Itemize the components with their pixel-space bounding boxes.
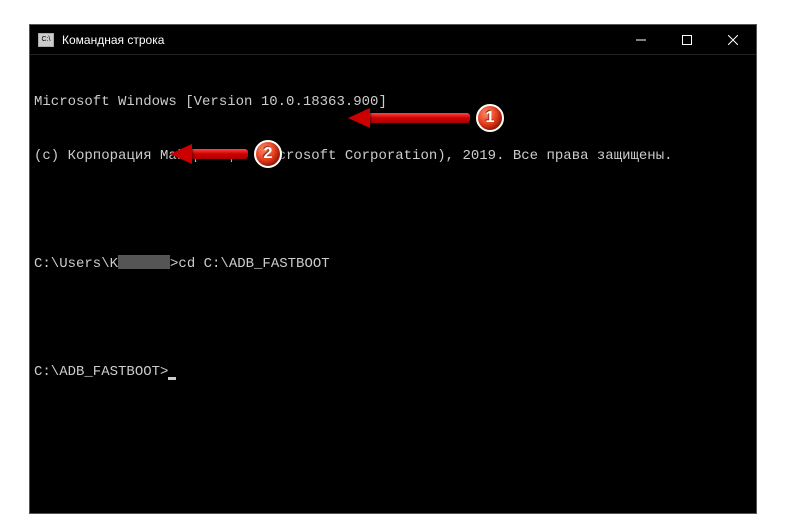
window-controls xyxy=(618,25,756,54)
cmd-icon: C:\ xyxy=(38,33,54,47)
titlebar[interactable]: C:\ Командная строка xyxy=(30,25,756,55)
copyright-line: (c) Корпорация Майкрософт (Microsoft Cor… xyxy=(34,147,752,165)
cursor xyxy=(168,377,176,380)
version-line: Microsoft Windows [Version 10.0.18363.90… xyxy=(34,93,752,111)
typed-command: cd C:\ADB_FASTBOOT xyxy=(178,256,329,272)
blank-line xyxy=(34,309,752,327)
prompt-line-1: C:\Users\K>cd C:\ADB_FASTBOOT xyxy=(34,255,752,273)
cmd-window: C:\ Командная строка Microsoft Windows [… xyxy=(29,24,757,514)
redacted-username xyxy=(118,255,170,269)
maximize-button[interactable] xyxy=(664,25,710,54)
blank-line xyxy=(34,201,752,219)
window-title: Командная строка xyxy=(62,33,618,47)
close-button[interactable] xyxy=(710,25,756,54)
prompt-line-2: C:\ADB_FASTBOOT> xyxy=(34,363,752,381)
minimize-button[interactable] xyxy=(618,25,664,54)
terminal-output[interactable]: Microsoft Windows [Version 10.0.18363.90… xyxy=(30,55,756,513)
